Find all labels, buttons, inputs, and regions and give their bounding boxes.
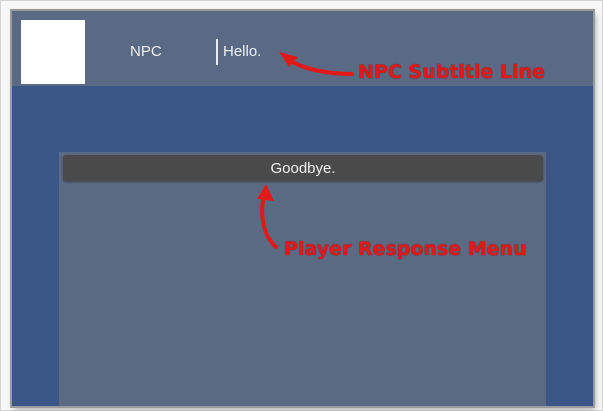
player-response-callout: Player Response Menu [284, 238, 527, 260]
player-response-arrow [257, 184, 278, 249]
npc-subtitle-callout: NPC Subtitle Line [358, 61, 545, 83]
npc-subtitle-arrow [279, 52, 354, 76]
